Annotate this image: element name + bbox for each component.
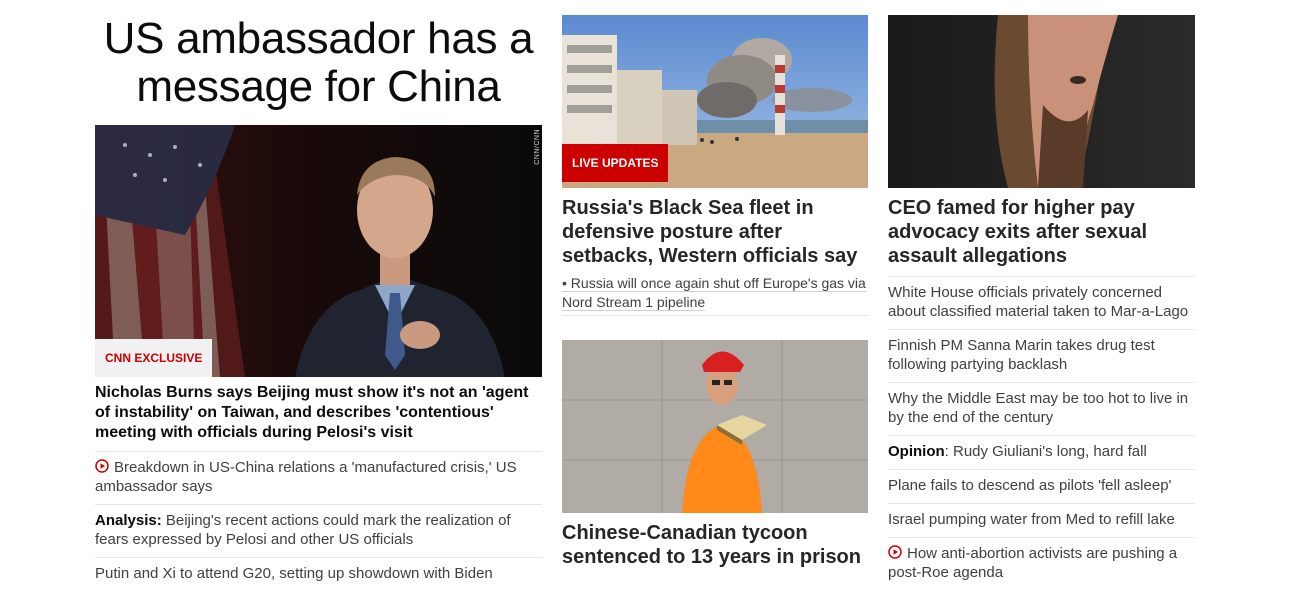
lead-related-list: Breakdown in US-China relations a 'manuf… bbox=[95, 451, 542, 591]
play-icon bbox=[95, 459, 109, 473]
play-icon bbox=[888, 545, 902, 559]
nord-stream-link[interactable]: • Russia will once again shut off Europe… bbox=[562, 274, 868, 316]
list-item: Opinion: Rudy Giuliani's long, hard fall bbox=[888, 435, 1195, 469]
list-item: How anti-abortion activists are pushing … bbox=[888, 537, 1195, 590]
related-link[interactable]: Putin and Xi to attend G20, setting up s… bbox=[95, 565, 493, 582]
tycoon-photo bbox=[562, 340, 868, 513]
related-link[interactable]: Breakdown in US-China relations a 'manuf… bbox=[95, 459, 517, 495]
list-item: Putin and Xi to attend G20, setting up s… bbox=[95, 557, 542, 591]
photo-credit: CNN/CNN bbox=[534, 129, 541, 165]
headline-link[interactable]: How anti-abortion activists are pushing … bbox=[888, 545, 1177, 581]
headline-link[interactable]: Why the Middle East may be too hot to li… bbox=[888, 390, 1188, 426]
tycoon-image[interactable] bbox=[562, 340, 868, 513]
black-sea-image[interactable]: LIVE UPDATES bbox=[562, 15, 868, 188]
live-updates-badge: LIVE UPDATES bbox=[562, 144, 669, 182]
related-link[interactable]: Analysis: Beijing's recent actions could… bbox=[95, 512, 511, 548]
headline-link[interactable]: Opinion: Rudy Giuliani's long, hard fall bbox=[888, 443, 1147, 460]
exclusive-badge: CNN EXCLUSIVE bbox=[95, 339, 213, 377]
ceo-photo bbox=[888, 15, 1195, 188]
list-item: Finnish PM Sanna Marin takes drug test f… bbox=[888, 329, 1195, 382]
headline-link[interactable]: Plane fails to descend as pilots 'fell a… bbox=[888, 477, 1171, 494]
lead-headline[interactable]: US ambassador has a message for China bbox=[95, 15, 542, 111]
list-item: Plane fails to descend as pilots 'fell a… bbox=[888, 469, 1195, 503]
tycoon-story-title[interactable]: Chinese-Canadian tycoon sentenced to 13 … bbox=[562, 521, 868, 569]
list-item: Breakdown in US-China relations a 'manuf… bbox=[95, 451, 542, 504]
list-item: Analysis: Beijing's recent actions could… bbox=[95, 504, 542, 557]
headline-link[interactable]: Finnish PM Sanna Marin takes drug test f… bbox=[888, 337, 1155, 373]
black-sea-story-title[interactable]: Russia's Black Sea fleet in defensive po… bbox=[562, 196, 868, 268]
ceo-story-title[interactable]: CEO famed for higher pay advocacy exits … bbox=[888, 196, 1195, 268]
ceo-image[interactable] bbox=[888, 15, 1195, 188]
analysis-label: Analysis: bbox=[95, 512, 162, 529]
list-item: Why the Middle East may be too hot to li… bbox=[888, 382, 1195, 435]
headline-link[interactable]: White House officials privately concerne… bbox=[888, 284, 1188, 320]
list-item: White House officials privately concerne… bbox=[888, 276, 1195, 329]
middle-column: LIVE UPDATES Russia's Black Sea fleet in… bbox=[562, 0, 868, 569]
lead-story-title[interactable]: Nicholas Burns says Beijing must show it… bbox=[95, 383, 542, 443]
list-item: Israel pumping water from Med to refill … bbox=[888, 503, 1195, 537]
lead-image[interactable]: CNN/CNN CNN EXCLUSIVE bbox=[95, 125, 542, 377]
headlines-list: White House officials privately concerne… bbox=[888, 276, 1195, 590]
headline-link[interactable]: Israel pumping water from Med to refill … bbox=[888, 511, 1175, 528]
opinion-label: Opinion bbox=[888, 443, 945, 460]
right-column: CEO famed for higher pay advocacy exits … bbox=[888, 0, 1195, 590]
lead-story: US ambassador has a message for China CN… bbox=[95, 0, 542, 591]
